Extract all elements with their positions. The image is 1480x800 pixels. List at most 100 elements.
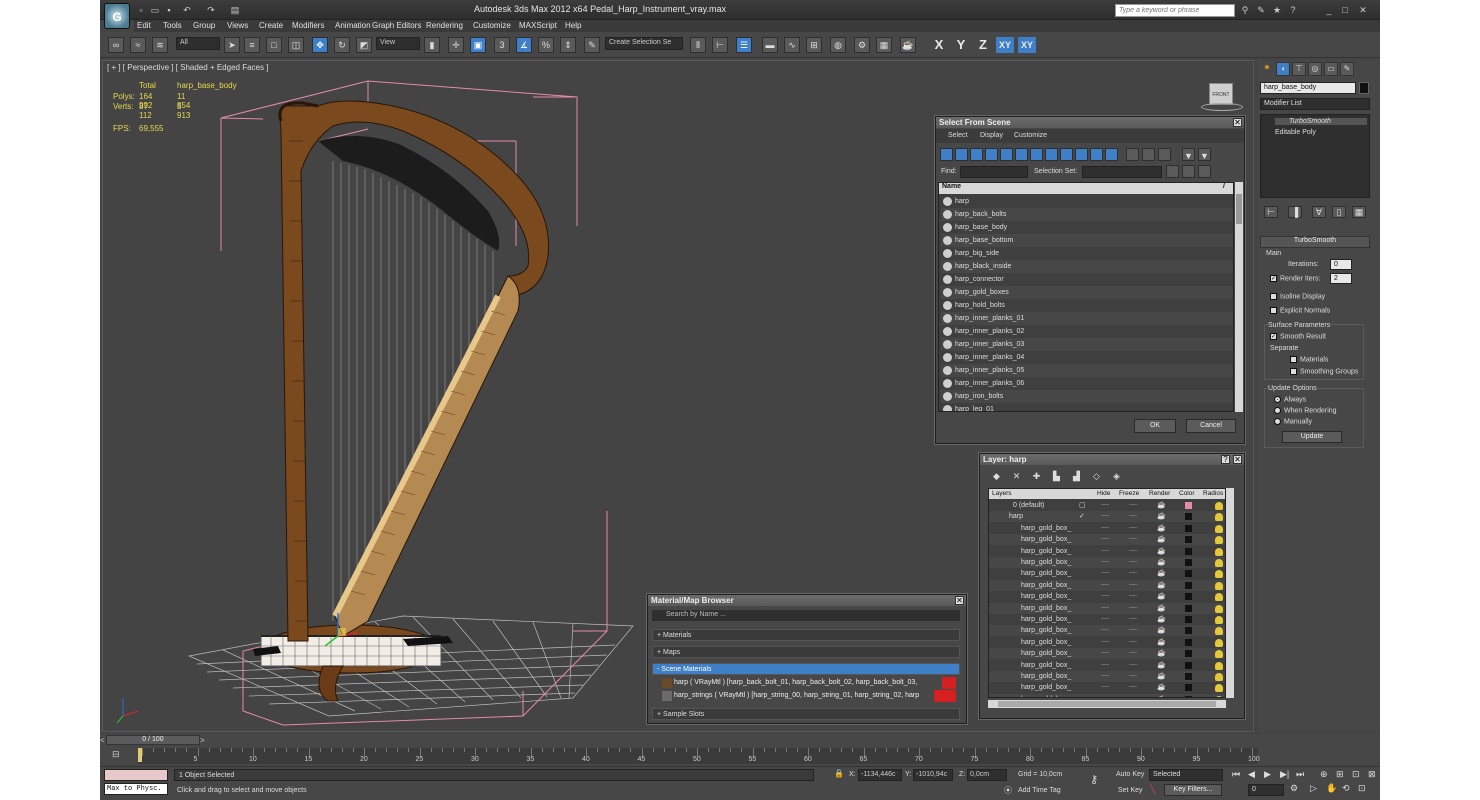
section-maps[interactable]: + Maps bbox=[652, 646, 960, 658]
app-logo-icon[interactable]: G bbox=[104, 3, 130, 29]
highlight-layer-icon[interactable]: ▟ bbox=[1070, 469, 1083, 482]
zoom-extents-all-icon[interactable]: ⊠ bbox=[1368, 769, 1376, 780]
radiosity-bulb-icon[interactable] bbox=[1215, 570, 1223, 579]
scene-object-row[interactable]: harp_leg_01 bbox=[941, 403, 1233, 411]
motion-tab-icon[interactable]: ◎ bbox=[1308, 62, 1322, 76]
layer-color-swatch[interactable] bbox=[1185, 673, 1192, 680]
render-setup-icon[interactable]: ⚙ bbox=[854, 37, 870, 53]
freeze-toggle[interactable]: ---- bbox=[1129, 511, 1137, 522]
render-teapot-icon[interactable]: ☕ bbox=[1157, 534, 1166, 545]
close-icon[interactable]: ✕ bbox=[1233, 455, 1242, 464]
scene-object-row[interactable]: harp_inner_planks_03 bbox=[941, 338, 1233, 351]
menu-animation[interactable]: Animation bbox=[335, 21, 371, 30]
close-icon[interactable]: ✕ bbox=[1233, 118, 1242, 127]
list-scrollbar-thumb[interactable] bbox=[1236, 194, 1242, 224]
manually-radio[interactable] bbox=[1274, 418, 1281, 425]
frozen-filter-icon[interactable] bbox=[1090, 148, 1103, 161]
angle-snap-icon[interactable]: ∡ bbox=[516, 37, 532, 53]
layer-list[interactable]: Layers Hide Freeze Render Color Radios 0… bbox=[988, 488, 1226, 698]
layer-object-row[interactable]: harp_gold_box_ ---- ---- ☕ bbox=[989, 614, 1225, 625]
layer-object-row[interactable]: harp_gold_box_ ---- ---- ☕ bbox=[989, 693, 1225, 697]
scene-object-row[interactable]: harp_hold_bolts bbox=[941, 299, 1233, 312]
layer-object-row[interactable]: harp_gold_box_ ---- ---- ☕ bbox=[989, 625, 1225, 637]
render-production-icon[interactable]: ☕ bbox=[900, 37, 916, 53]
current-frame-field[interactable]: 0 bbox=[1248, 784, 1284, 796]
section-scene-materials[interactable]: - Scene Materials bbox=[652, 663, 960, 675]
align-icon[interactable]: ⊢ bbox=[712, 37, 728, 53]
smoothing-groups-row[interactable]: Smoothing Groups bbox=[1290, 368, 1358, 375]
communication-center-icon[interactable]: ✎ bbox=[1256, 5, 1266, 15]
time-config-icon[interactable]: ⚙ bbox=[1290, 783, 1298, 794]
layer-object-row[interactable]: harp_gold_box_ ---- ---- ☕ bbox=[989, 648, 1225, 660]
schematic-view-icon[interactable]: ⊞ bbox=[806, 37, 822, 53]
when-rendering-row[interactable]: When Rendering bbox=[1274, 407, 1337, 414]
xrefs-filter-icon[interactable] bbox=[1045, 148, 1058, 161]
freeze-toggle[interactable]: ---- bbox=[1129, 625, 1137, 636]
z-coordinate-field[interactable]: 0,0cm bbox=[967, 769, 1007, 781]
layer-object-row[interactable]: harp_gold_box_ ---- ---- ☕ bbox=[989, 659, 1225, 671]
layer-color-swatch[interactable] bbox=[1185, 638, 1192, 646]
restrict-x-icon[interactable]: X bbox=[930, 37, 948, 53]
layer-color-swatch[interactable] bbox=[1185, 604, 1192, 612]
scene-object-row[interactable]: harp_inner_planks_01 bbox=[941, 312, 1233, 325]
filter-icon[interactable]: ▼ bbox=[1182, 148, 1195, 161]
menu-help[interactable]: Help bbox=[565, 21, 581, 30]
render-teapot-icon[interactable]: ☕ bbox=[1157, 694, 1166, 697]
freeze-toggle[interactable]: ---- bbox=[1129, 671, 1137, 682]
layer-color-swatch[interactable] bbox=[1185, 593, 1192, 601]
display-tab-icon[interactable]: ▭ bbox=[1324, 62, 1338, 76]
layer-manager-icon[interactable]: ☰ bbox=[736, 37, 752, 53]
geometry-filter-icon[interactable] bbox=[940, 148, 953, 161]
scene-object-row[interactable]: harp_black_inside bbox=[941, 260, 1233, 273]
help-icon[interactable]: ? bbox=[1221, 455, 1230, 464]
spacewarps-filter-icon[interactable] bbox=[1015, 148, 1028, 161]
radiosity-bulb-icon[interactable] bbox=[1215, 695, 1223, 697]
rendered-frame-window-icon[interactable]: ▦ bbox=[876, 37, 892, 53]
layer-color-swatch[interactable] bbox=[1185, 570, 1192, 578]
menu-graph-editors[interactable]: Graph Editors bbox=[372, 21, 421, 30]
radiosity-bulb-icon[interactable] bbox=[1215, 581, 1223, 590]
scene-object-row[interactable]: harp bbox=[941, 195, 1233, 208]
col-layers[interactable]: Layers bbox=[992, 490, 1012, 497]
radiosity-bulb-icon[interactable] bbox=[1215, 616, 1223, 624]
layer-object-row[interactable]: harp_gold_box_ ---- ---- ☕ bbox=[989, 534, 1225, 546]
hide-toggle[interactable]: ---- bbox=[1101, 523, 1109, 534]
viewcube-face[interactable]: FRONT bbox=[1209, 83, 1233, 105]
always-row[interactable]: Always bbox=[1274, 396, 1306, 403]
favorites-icon[interactable]: ★ bbox=[1272, 5, 1282, 15]
hierarchy-tab-icon[interactable]: ⊤ bbox=[1292, 62, 1306, 76]
layer-color-swatch[interactable] bbox=[1185, 559, 1192, 566]
when-rendering-radio[interactable] bbox=[1274, 407, 1281, 414]
show-end-result-icon[interactable]: ▐ bbox=[1288, 206, 1302, 218]
layer-scrollbar[interactable] bbox=[1226, 488, 1234, 698]
update-button[interactable]: Update bbox=[1282, 431, 1342, 443]
menu-customize[interactable]: Customize bbox=[473, 21, 511, 30]
render-teapot-icon[interactable]: ☕ bbox=[1157, 671, 1166, 682]
cameras-filter-icon[interactable] bbox=[985, 148, 998, 161]
undo-icon[interactable]: ↶ bbox=[182, 5, 192, 15]
layer-object-row[interactable]: harp_gold_box_ ---- ---- ☕ bbox=[989, 522, 1225, 534]
render-teapot-icon[interactable]: ☕ bbox=[1157, 660, 1166, 671]
layer-object-row[interactable]: harp_gold_box_ ---- ---- ☕ bbox=[989, 636, 1225, 648]
col-freeze[interactable]: Freeze bbox=[1119, 490, 1139, 497]
freeze-toggle[interactable]: ---- bbox=[1129, 546, 1137, 557]
spinner-snap-icon[interactable]: ⇕ bbox=[560, 37, 576, 53]
scene-object-row[interactable]: harp_base_bottom bbox=[941, 234, 1233, 247]
object-name-field[interactable]: harp_base_body bbox=[1260, 82, 1356, 94]
set-key-button[interactable]: Set Key bbox=[1118, 787, 1143, 794]
viewcube[interactable]: FRONT bbox=[1201, 83, 1243, 113]
hide-toggle[interactable]: ---- bbox=[1101, 614, 1109, 625]
hide-toggle[interactable]: ---- bbox=[1101, 591, 1109, 602]
reference-coordinate-dropdown[interactable]: View bbox=[376, 37, 420, 50]
maxscript-listener-mini[interactable] bbox=[104, 769, 168, 781]
scene-material-strings[interactable]: harp_strings ( VRayMtl ) [harp_string_00… bbox=[660, 690, 956, 702]
binoculars-icon[interactable]: ⚲ bbox=[1240, 5, 1250, 15]
layer-color-swatch[interactable] bbox=[1185, 661, 1192, 669]
curve-editor-icon[interactable]: ∿ bbox=[784, 37, 800, 53]
hide-toggle[interactable]: ---- bbox=[1101, 546, 1109, 557]
materials-row[interactable]: Materials bbox=[1290, 356, 1328, 363]
render-teapot-icon[interactable]: ☕ bbox=[1157, 580, 1166, 591]
add-to-layer-icon[interactable]: ✚ bbox=[1030, 469, 1043, 482]
radiosity-bulb-icon[interactable] bbox=[1215, 524, 1223, 533]
scene-object-row[interactable]: harp_connector bbox=[941, 273, 1233, 286]
